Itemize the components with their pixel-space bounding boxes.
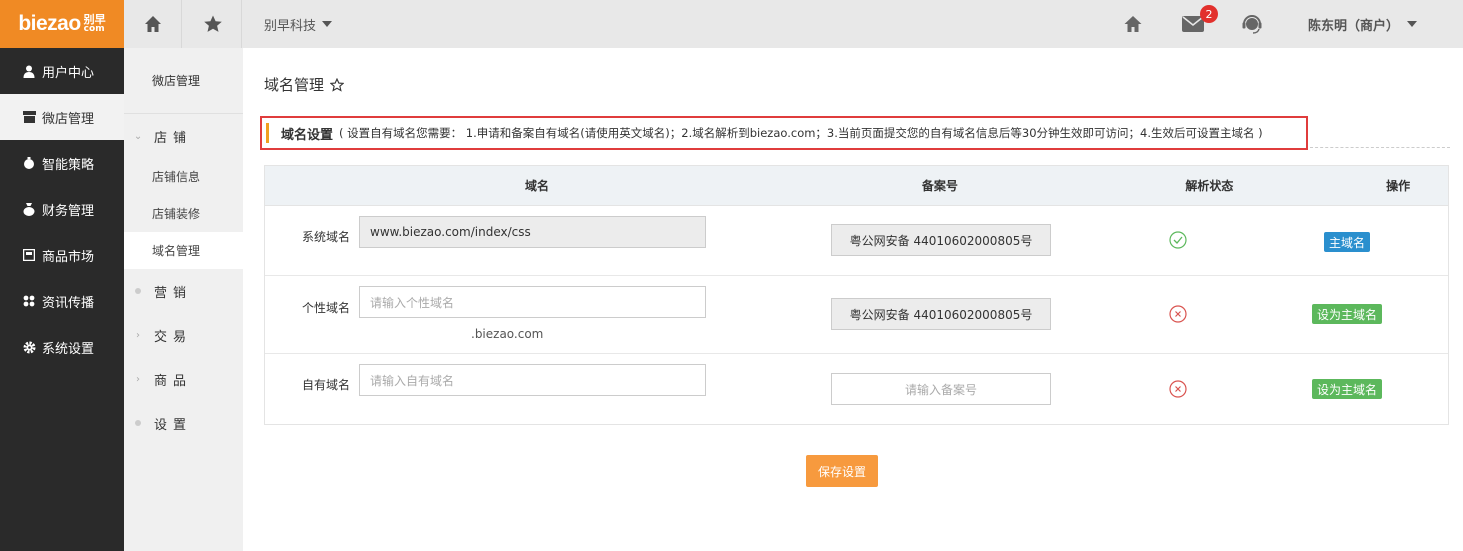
sub-group-settings[interactable]: 设置 <box>124 401 243 445</box>
sub-group-marketing[interactable]: 营销 <box>124 269 243 313</box>
money-bag-icon <box>22 202 36 216</box>
sub-link-shop-info[interactable]: 店铺信息 <box>124 158 243 195</box>
sidebar-item-label: 微店管理 <box>42 111 95 127</box>
sub-link-shop-decor[interactable]: 店铺装修 <box>124 195 243 232</box>
sidebar-item-user-center[interactable]: 用户中心 <box>0 48 124 94</box>
sidebar-item-label: 商品市场 <box>42 249 95 265</box>
custom-domain-input[interactable]: 请输入个性域名 <box>359 286 706 318</box>
page-title: 域名管理 <box>264 74 345 95</box>
set-primary-button[interactable]: 设为主域名 <box>1312 379 1383 399</box>
primary-domain-button[interactable]: 主域名 <box>1324 232 1371 252</box>
user-dropdown[interactable]: 陈东明（商户） <box>1308 0 1418 48</box>
support-button[interactable] <box>1240 12 1264 36</box>
table-row: 个性域名 请输入个性域名 .biezao.com 粤公网安备 440106020… <box>265 276 1448 354</box>
sidebar-item-label: 资讯传播 <box>42 295 95 311</box>
top-bar: biezao 别早 com 别早科技 2 陈东明（商户） <box>0 0 1463 48</box>
gear-icon <box>22 340 36 354</box>
header-domain: 域名 <box>525 179 550 193</box>
star-outline-icon[interactable] <box>330 77 345 92</box>
user-name: 陈东明（商户） <box>1308 18 1400 34</box>
sidebar-item-label: 系统设置 <box>42 341 95 357</box>
sub-group-shop[interactable]: ⌄ 店铺 <box>124 114 243 158</box>
domain-table: 域名 备案号 解析状态 操作 系统域名 www.biezao.com/index… <box>264 165 1449 425</box>
row-label: 个性域名 <box>301 301 350 315</box>
company-name: 别早科技 <box>264 18 317 34</box>
chevron-down-icon: ⌄ <box>133 130 143 142</box>
chevron-down-icon <box>1407 21 1418 27</box>
sidebar-item-strategy[interactable]: 智能策略 <box>0 140 124 186</box>
home-icon <box>1124 16 1142 32</box>
row-label: 系统域名 <box>301 230 350 244</box>
unread-badge: 2 <box>1200 5 1218 23</box>
sidebar-item-label: 财务管理 <box>42 203 95 219</box>
row-label: 自有域名 <box>301 378 350 392</box>
sidebar-item-label: 用户中心 <box>42 65 95 81</box>
sub-group-trade[interactable]: › 交易 <box>124 313 243 357</box>
error-circle-icon <box>1168 304 1188 324</box>
domain-setup-notice: 域名设置 ( 设置自有域名您需要： 1.申请和备案自有域名(请使用英文域名)；2… <box>260 116 1308 150</box>
home-shortcut-button[interactable] <box>124 0 182 48</box>
sidebar-item-news[interactable]: 资讯传播 <box>0 278 124 324</box>
custom-beian-field: 粤公网安备 44010602000805号 <box>831 298 1051 330</box>
set-primary-button[interactable]: 设为主域名 <box>1312 304 1383 324</box>
sidebar-item-finance[interactable]: 财务管理 <box>0 186 124 232</box>
header-beian: 备案号 <box>921 179 958 193</box>
sub-group-goods[interactable]: › 商品 <box>124 357 243 401</box>
error-circle-icon <box>1168 379 1188 399</box>
strategy-icon <box>22 156 36 170</box>
system-beian-field: 粤公网安备 44010602000805号 <box>831 224 1051 256</box>
own-beian-input[interactable]: 请输入备案号 <box>831 373 1051 405</box>
domain-suffix: .biezao.com <box>471 327 544 341</box>
logo-text: biezao <box>18 12 81 35</box>
own-domain-input[interactable]: 请输入自有域名 <box>359 364 706 396</box>
home-button[interactable] <box>1121 12 1145 36</box>
divider <box>1310 147 1450 148</box>
notice-text: ( 设置自有域名您需要： 1.申请和备案自有域名(请使用英文域名)；2.域名解析… <box>339 126 1263 140</box>
main-sidebar: 用户中心 微店管理 智能策略 财务管理 商品市场 资讯传播 系统设置 <box>0 48 124 551</box>
table-row: 自有域名 请输入自有域名 请输入备案号 设为主域名 <box>265 354 1448 424</box>
market-icon <box>22 248 36 262</box>
sub-sidebar: 微店管理 ⌄ 店铺 店铺信息 店铺装修 域名管理 营销 › 交易 › 商品 设置 <box>124 48 243 551</box>
chevron-right-icon: › <box>136 329 140 341</box>
chevron-right-icon: › <box>136 373 140 385</box>
check-circle-icon <box>1168 230 1188 250</box>
sidebar-item-label: 智能策略 <box>42 157 95 173</box>
star-icon <box>203 15 222 32</box>
notice-accent-bar <box>266 123 269 143</box>
notice-title: 域名设置 <box>281 127 334 143</box>
chevron-down-icon <box>322 21 333 27</box>
sidebar-item-market[interactable]: 商品市场 <box>0 232 124 278</box>
logo[interactable]: biezao 别早 com <box>0 0 124 48</box>
sidebar-item-shop-management[interactable]: 微店管理 <box>0 94 124 140</box>
main-content: 域名管理 域名设置 ( 设置自有域名您需要： 1.申请和备案自有域名(请使用英文… <box>243 48 1463 551</box>
home-icon <box>144 16 161 32</box>
store-icon <box>22 110 36 124</box>
headset-icon <box>1242 15 1262 34</box>
dot-icon <box>135 420 141 426</box>
system-domain-field: www.biezao.com/index/css <box>359 216 706 248</box>
dot-icon <box>135 288 141 294</box>
header-action: 操作 <box>1386 179 1411 193</box>
header-status: 解析状态 <box>1185 179 1234 193</box>
grid-icon <box>22 294 36 308</box>
sub-link-domain-management[interactable]: 域名管理 <box>124 232 243 269</box>
save-button[interactable]: 保存设置 <box>806 455 878 487</box>
logo-domain-text: com <box>83 24 105 34</box>
table-header: 域名 备案号 解析状态 操作 <box>265 166 1448 206</box>
company-dropdown[interactable]: 别早科技 <box>264 0 333 48</box>
user-icon <box>22 64 36 78</box>
table-row: 系统域名 www.biezao.com/index/css 粤公网安备 4401… <box>265 206 1448 276</box>
favorites-button[interactable] <box>184 0 242 48</box>
sub-sidebar-title: 微店管理 <box>124 48 243 114</box>
sidebar-item-settings[interactable]: 系统设置 <box>0 324 124 370</box>
